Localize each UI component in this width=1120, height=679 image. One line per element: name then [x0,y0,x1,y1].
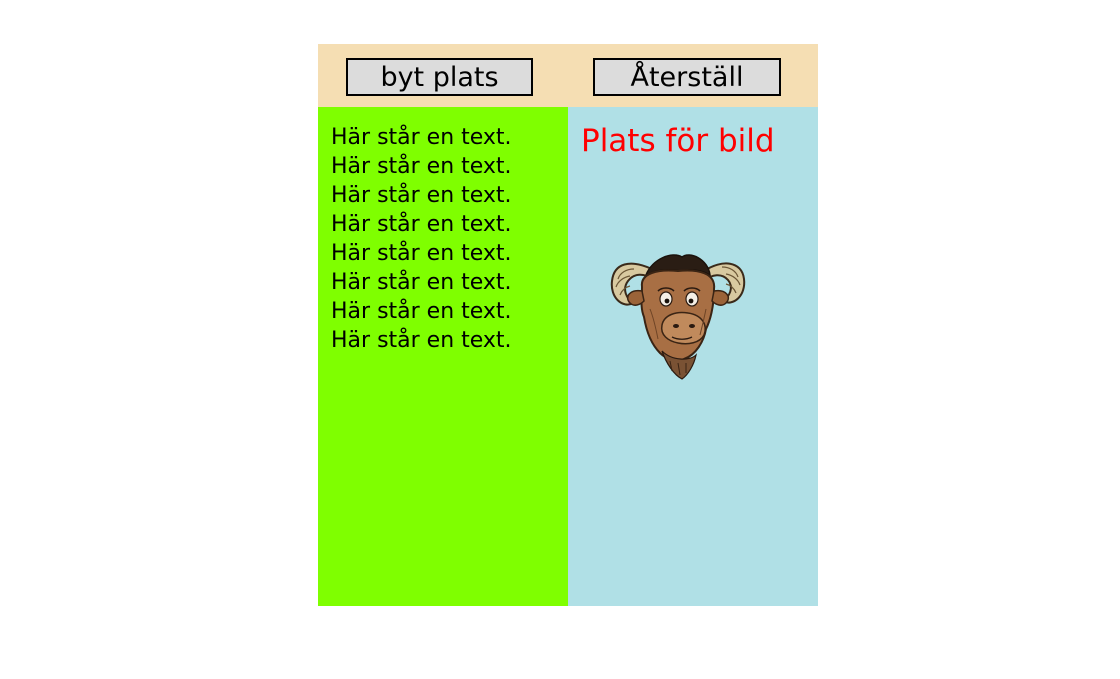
gnu-head-icon [600,229,760,384]
page-container: byt plats Återställ Här står en text. Hä… [318,44,818,606]
image-caption: Plats för bild [581,123,775,159]
text-line: Här står en text. [331,212,512,237]
text-line: Här står en text. [331,154,512,179]
toolbar: byt plats Återställ [318,44,818,107]
text-line: Här står en text. [331,183,512,208]
text-panel: Här står en text. Här står en text. Här … [318,107,568,606]
text-line: Här står en text. [331,328,512,353]
text-line: Här står en text. [331,241,512,266]
text-line: Här står en text. [331,299,512,324]
swap-button[interactable]: byt plats [346,58,533,96]
reset-button[interactable]: Återställ [593,58,781,96]
text-line: Här står en text. [331,270,512,295]
text-list: Här står en text. Här står en text. Här … [331,123,512,355]
image-panel: Plats för bild [568,107,818,606]
text-line: Här står en text. [331,125,512,150]
